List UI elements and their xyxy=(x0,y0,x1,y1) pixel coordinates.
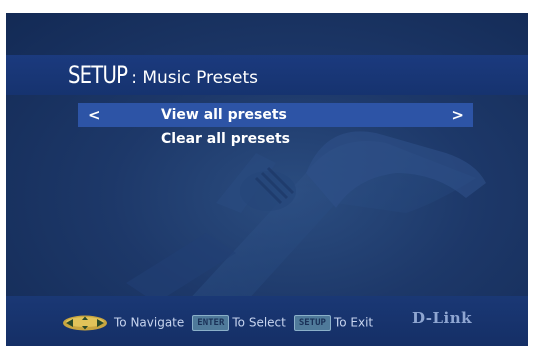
setup-key-icon: SETUP xyxy=(293,314,331,331)
menu-item-view-all-presets[interactable]: < View all presets > xyxy=(78,103,473,127)
page-title: SETUP : Music Presets xyxy=(68,57,258,93)
footer-hint-bar: To Navigate ENTER To Select SETUP To Exit D-… xyxy=(6,296,528,346)
exit-hint: To Exit xyxy=(333,315,374,330)
title-main: SETUP xyxy=(68,61,128,89)
footer-hints: To Navigate ENTER To Select SETUP To Exit xyxy=(62,313,373,331)
navigate-hint: To Navigate xyxy=(114,315,185,330)
title-bar: SETUP : Music Presets xyxy=(6,55,528,95)
preset-menu: < View all presets > Clear all presets xyxy=(78,103,473,151)
right-arrow-icon[interactable]: > xyxy=(451,103,464,127)
directional-pad-icon xyxy=(63,315,107,330)
menu-item-label: Clear all presets xyxy=(161,131,290,147)
menu-item-clear-all-presets[interactable]: Clear all presets xyxy=(78,127,473,151)
menu-item-label: View all presets xyxy=(161,107,287,123)
tv-screen: SETUP : Music Presets < View all presets… xyxy=(6,13,528,346)
title-sub: : Music Presets xyxy=(131,68,258,88)
dlink-logo: D-Link xyxy=(412,309,473,327)
left-arrow-icon[interactable]: < xyxy=(88,103,101,127)
select-hint: To Select xyxy=(232,315,286,330)
enter-key-icon: ENTER xyxy=(192,314,230,331)
